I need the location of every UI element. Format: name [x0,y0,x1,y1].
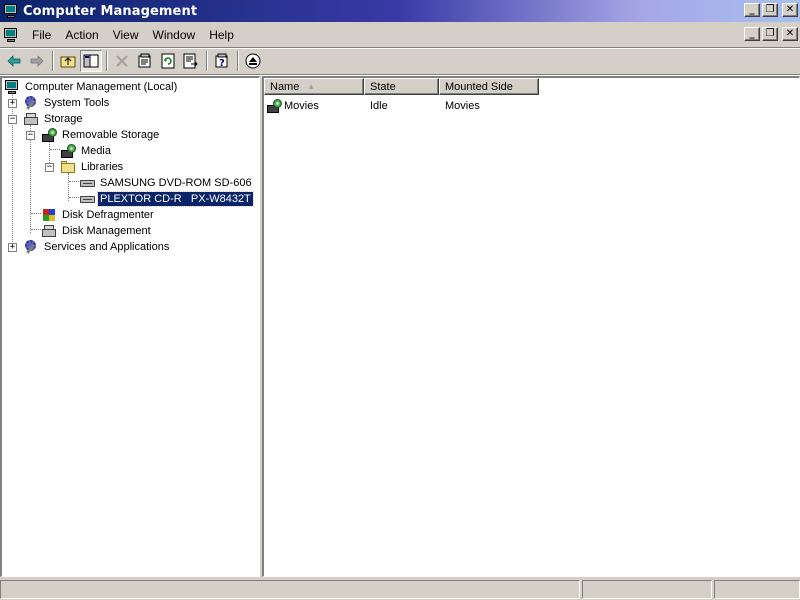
tree-item-disk-defragmenter[interactable]: Disk Defragmenter [41,207,156,223]
show-hide-tree-button[interactable] [80,50,102,72]
menu-help[interactable]: Help [202,28,241,42]
refresh-button[interactable] [157,50,179,72]
up-level-button[interactable] [57,50,79,72]
eject-button[interactable] [242,50,264,72]
defragmenter-icon [41,207,57,223]
expand-services-applications[interactable]: + [8,243,17,252]
sort-ascending-icon: ▲ [307,82,315,91]
list-header: Name ▲ State Mounted Side [264,78,539,95]
media-icon [266,98,282,114]
menu-window[interactable]: Window [146,28,203,42]
tree-item-samsung-dvd[interactable]: SAMSUNG DVD-ROM SD-606 [79,175,254,191]
removable-storage-icon [41,127,57,143]
menu-action[interactable]: Action [58,28,105,42]
tree-pane-icon [83,54,99,68]
tree-line [50,149,60,150]
menu-bar: File Action View Window Help _ ❐ ✕ [0,24,800,46]
minimize-button[interactable]: _ [744,3,760,17]
tree-item-services-applications[interactable]: Services and Applications [23,239,171,255]
forward-arrow-icon [30,55,44,67]
system-tools-icon [23,95,39,111]
help-button[interactable]: ? [211,50,233,72]
folder-up-icon [60,56,76,68]
tree-item-libraries[interactable]: Libraries [60,159,125,175]
status-panel-2 [582,580,712,599]
services-icon [23,239,39,255]
console-tree[interactable]: Computer Management (Local) + System Too… [0,76,260,577]
collapse-storage[interactable]: − [8,115,17,124]
tree-line [69,197,79,198]
tree-item-media[interactable]: Media [60,143,113,159]
disk-management-icon [41,223,57,239]
tree-item-disk-management[interactable]: Disk Management [41,223,153,239]
status-panel-main [0,580,580,599]
export-list-icon [183,53,198,69]
delete-button[interactable] [111,50,133,72]
tree-line [31,213,41,214]
collapse-removable-storage[interactable]: − [26,131,35,140]
computer-management-icon [3,3,19,19]
toolbar-separator [52,51,54,71]
tree-line [69,181,79,182]
folder-icon [60,159,76,175]
export-list-button[interactable] [180,50,202,72]
toolbar-separator [106,51,108,71]
child-minimize-button[interactable]: _ [744,27,760,41]
properties-icon [138,53,151,68]
help-icon: ? [215,53,228,69]
properties-button[interactable] [134,50,156,72]
back-button[interactable] [3,50,25,72]
forward-button[interactable] [26,50,48,72]
title-bar[interactable]: Computer Management _ ❐ ✕ [0,0,800,22]
tree-item-storage[interactable]: Storage [23,111,85,127]
menu-file[interactable]: File [25,28,58,42]
collapse-libraries[interactable]: − [45,163,54,172]
menu-view[interactable]: View [106,28,146,42]
expand-system-tools[interactable]: + [8,99,17,108]
cell-state: Idle [370,100,388,112]
toolbar-separator [206,51,208,71]
details-pane[interactable]: Name ▲ State Mounted Side Movies Idle Mo… [262,76,800,577]
tree-item-plextor-cdr[interactable]: PLEXTOR CD-R PX-W8432T [79,191,254,207]
toolbar: ? [0,49,800,73]
storage-icon [23,111,39,127]
child-close-button[interactable]: ✕ [782,27,798,41]
close-button[interactable]: ✕ [782,3,798,17]
tree-item-system-tools[interactable]: System Tools [23,95,111,111]
optical-drive-icon [79,175,95,191]
refresh-icon [161,53,175,69]
column-header-state[interactable]: State [364,78,439,95]
child-restore-button[interactable]: ❐ [762,27,778,41]
restore-button[interactable]: ❐ [762,3,778,17]
toolbar-separator [237,51,239,71]
svg-text:?: ? [219,58,225,69]
tree-item-root[interactable]: Computer Management (Local) [4,79,179,95]
tree-line [31,229,41,230]
window-title: Computer Management [23,3,198,19]
column-header-mounted-side[interactable]: Mounted Side [439,78,539,95]
delete-x-icon [116,55,128,67]
cell-mounted-side: Movies [445,100,480,112]
tree-item-removable-storage[interactable]: Removable Storage [41,127,161,143]
computer-icon [4,79,20,95]
status-panel-3 [714,580,800,599]
list-item[interactable]: Movies Idle Movies [264,98,545,114]
column-header-name[interactable]: Name ▲ [264,78,364,95]
optical-drive-icon [79,191,95,207]
back-arrow-icon [7,55,21,67]
status-bar [0,579,800,600]
eject-icon [245,53,261,69]
media-icon [60,143,76,159]
system-menu-icon[interactable] [3,27,21,43]
cell-name: Movies [284,100,319,112]
tree-line [30,125,31,233]
